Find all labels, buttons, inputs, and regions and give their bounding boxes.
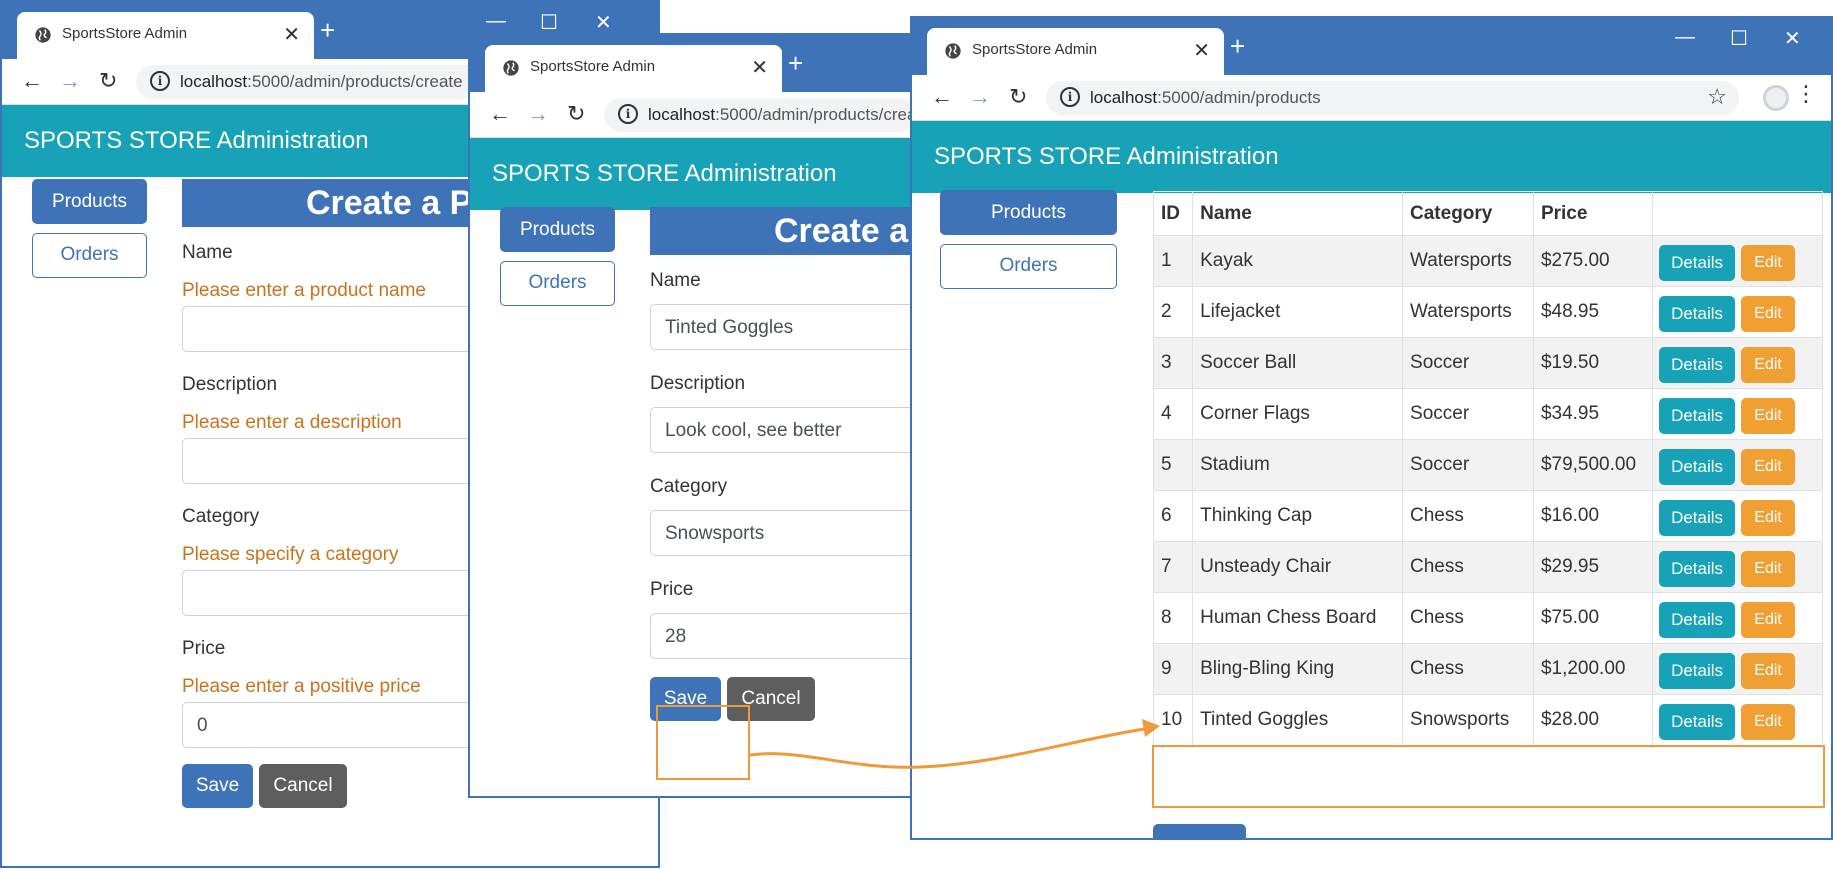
flow-arrow (749, 719, 1160, 769)
